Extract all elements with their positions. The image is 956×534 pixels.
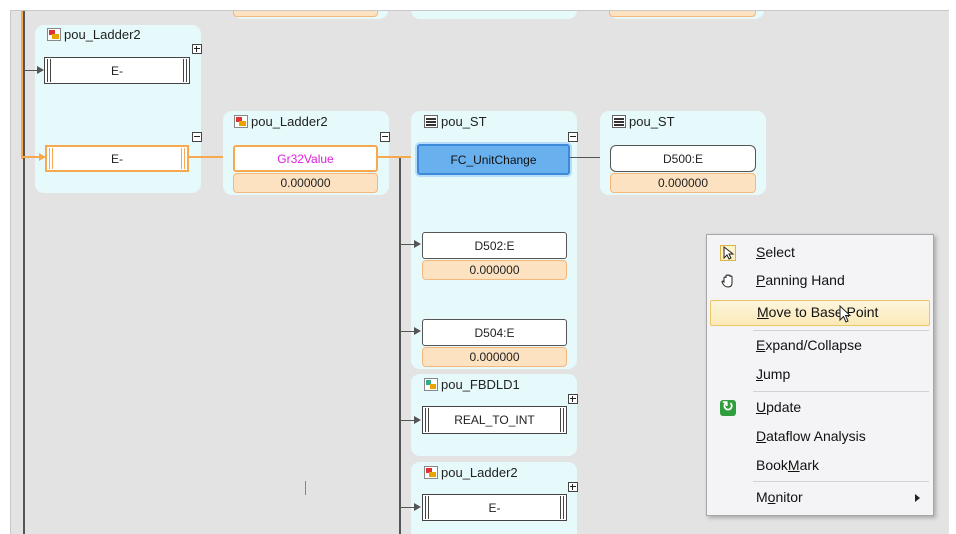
power-rail	[23, 11, 25, 534]
wire-arrow	[414, 240, 421, 248]
gr32value-box[interactable]: Gr32Value	[233, 145, 378, 172]
fbd-pou-icon	[424, 378, 438, 391]
st-pou-icon	[424, 115, 438, 128]
d504-box[interactable]: D504:E	[422, 319, 567, 346]
active-rail	[21, 11, 23, 159]
collapse-toggle[interactable]	[192, 132, 202, 142]
collapse-toggle[interactable]	[380, 132, 390, 142]
menu-separator	[753, 481, 929, 482]
gr32value-value: 0.000000	[233, 173, 378, 193]
d500-value: 0.000000	[610, 173, 756, 193]
st-main-title: pou_ST	[424, 114, 487, 129]
text-cursor-icon	[305, 481, 306, 495]
wire-arrow	[414, 327, 421, 335]
ladder-pou-icon	[234, 115, 248, 128]
expand-toggle[interactable]	[568, 394, 578, 404]
expand-toggle[interactable]	[192, 44, 202, 54]
d502-value: 0.000000	[422, 260, 567, 280]
mouse-pointer-icon	[839, 304, 853, 328]
hand-icon	[720, 273, 736, 289]
wire-arrow	[414, 416, 421, 424]
ladder-pou-icon	[424, 466, 438, 479]
contact-box[interactable]: E-	[422, 494, 567, 521]
ladder-block-top-title: pou_Ladder2	[47, 27, 141, 42]
menu-item-monitor[interactable]: Monitor	[710, 485, 930, 511]
menu-item-update[interactable]: Update	[710, 395, 930, 421]
d502-box[interactable]: D502:E	[422, 232, 567, 259]
cutoff-value	[609, 11, 756, 17]
ladder-block-bottom-title: pou_Ladder2	[424, 465, 518, 480]
contact-box-active[interactable]: E-	[45, 145, 189, 172]
menu-item-jump[interactable]: Jump	[710, 362, 930, 388]
ladder-gr32-title: pou_Ladder2	[234, 114, 328, 129]
menu-item-expand-collapse[interactable]: Expand/Collapse	[710, 333, 930, 359]
menu-item-move-to-base-point[interactable]: Move to Base Point	[710, 300, 930, 326]
menu-item-panning-hand[interactable]: Panning Hand	[710, 268, 930, 294]
menu-item-bookmark[interactable]: BookMark	[710, 453, 930, 479]
st-pou-icon	[612, 115, 626, 128]
menu-separator	[753, 330, 929, 331]
wire-arrow	[37, 66, 44, 74]
cutoff-value	[233, 11, 378, 17]
fbdld-title: pou_FBDLD1	[424, 377, 520, 392]
branch-rail	[399, 158, 401, 534]
active-wire	[189, 156, 227, 158]
ladder-pou-icon	[47, 28, 61, 41]
refresh-icon	[720, 398, 736, 416]
cutoff-panel	[411, 11, 577, 19]
real-to-int-box[interactable]: REAL_TO_INT	[422, 406, 567, 434]
st-right-title: pou_ST	[612, 114, 675, 129]
menu-separator	[753, 391, 929, 392]
collapse-toggle[interactable]	[568, 132, 578, 142]
menu-item-dataflow-analysis[interactable]: Dataflow Analysis	[710, 424, 930, 450]
wire-arrow	[414, 503, 421, 511]
context-menu: Select Panning Hand Move to Base Point E…	[706, 234, 934, 516]
expand-toggle[interactable]	[568, 482, 578, 492]
arrow-cursor-icon	[720, 245, 736, 261]
submenu-arrow-icon	[915, 494, 920, 502]
menu-item-select[interactable]: Select	[710, 240, 930, 266]
d500-box[interactable]: D500:E	[610, 145, 756, 172]
fc-unitchange-box[interactable]: FC_UnitChange	[417, 144, 570, 175]
contact-box[interactable]: E-	[44, 57, 190, 84]
d504-value: 0.000000	[422, 347, 567, 367]
